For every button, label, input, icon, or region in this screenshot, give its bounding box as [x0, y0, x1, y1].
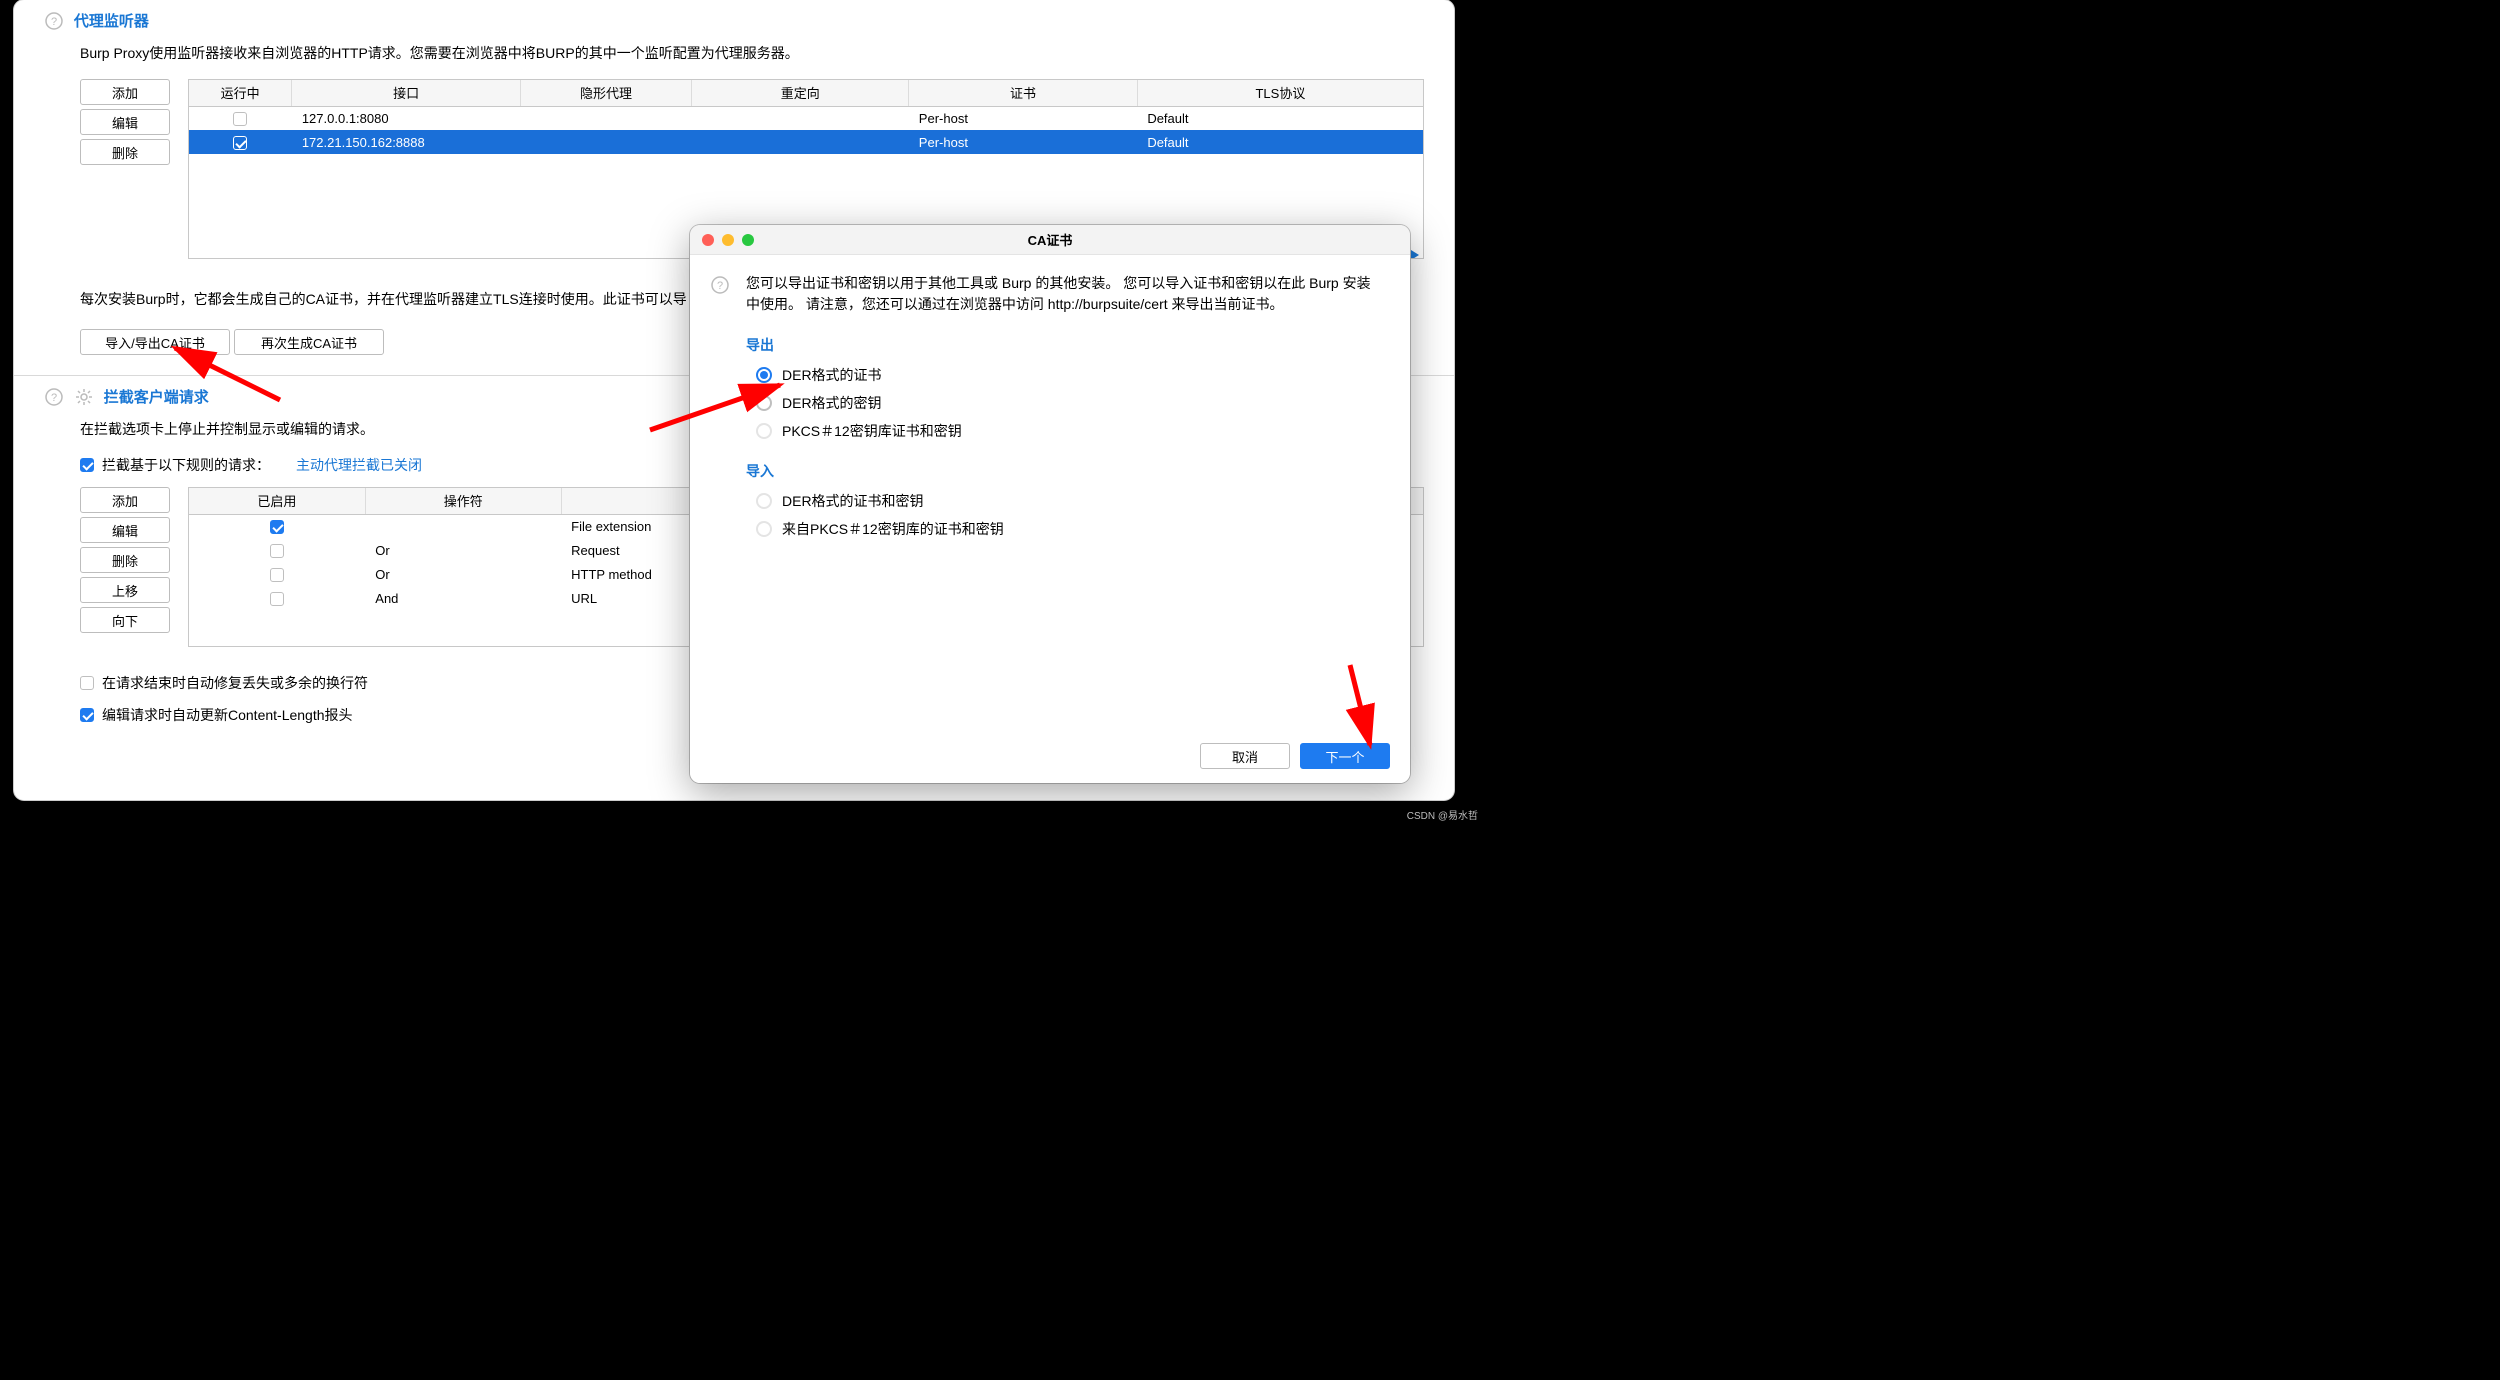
import-heading: 导入 — [746, 461, 1384, 481]
ca-cert-dialog: CA证书 ? 您可以导出证书和密钥以用于其他工具或 Burp 的其他安装。 您可… — [690, 225, 1410, 783]
add-button[interactable]: 添加 — [80, 487, 170, 513]
svg-text:?: ? — [51, 392, 57, 404]
settings-icon[interactable] — [74, 387, 94, 407]
radio-label: 来自PKCS＃12密钥库的证书和密钥 — [782, 519, 1004, 539]
radio-icon[interactable] — [756, 423, 772, 439]
column-header[interactable]: 证书 — [909, 80, 1138, 106]
column-header[interactable]: 接口 — [292, 80, 521, 106]
radio-icon[interactable] — [756, 521, 772, 537]
svg-text:?: ? — [51, 16, 57, 28]
import-option[interactable]: 来自PKCS＃12密钥库的证书和密钥 — [756, 519, 1384, 539]
section-title: 拦截客户端请求 — [104, 386, 209, 407]
move-up-button[interactable]: 上移 — [80, 577, 170, 603]
dialog-titlebar[interactable]: CA证书 — [690, 225, 1410, 255]
next-button[interactable]: 下一个 — [1300, 743, 1390, 769]
radio-icon[interactable] — [756, 367, 772, 383]
regenerate-ca-button[interactable]: 再次生成CA证书 — [234, 329, 384, 355]
import-option[interactable]: DER格式的证书和密钥 — [756, 491, 1384, 511]
intercept-label: 拦截基于以下规则的请求： — [102, 455, 270, 475]
cancel-button[interactable]: 取消 — [1200, 743, 1290, 769]
running-checkbox[interactable] — [233, 112, 247, 126]
import-export-ca-button[interactable]: 导入/导出CA证书 — [80, 329, 230, 355]
edit-button[interactable]: 编辑 — [80, 517, 170, 543]
auto-fix-label: 在请求结束时自动修复丢失或多余的换行符 — [102, 673, 368, 693]
listener-table[interactable]: 运行中接口隐形代理重定向证书TLS协议 127.0.0.1:8080Per-ho… — [189, 80, 1423, 154]
svg-text:?: ? — [717, 280, 723, 292]
listener-buttons: 添加 编辑 删除 — [80, 79, 170, 165]
radio-label: DER格式的证书 — [782, 365, 882, 385]
column-header[interactable]: 重定向 — [692, 80, 909, 106]
rule-enabled-checkbox[interactable] — [270, 592, 284, 606]
update-content-length-checkbox[interactable] — [80, 708, 94, 722]
column-header[interactable]: TLS协议 — [1137, 80, 1423, 106]
rule-enabled-checkbox[interactable] — [270, 568, 284, 582]
intercept-checkbox[interactable] — [80, 458, 94, 472]
auto-fix-checkbox[interactable] — [80, 676, 94, 690]
column-header[interactable]: 运行中 — [189, 80, 292, 106]
dialog-title: CA证书 — [690, 230, 1410, 249]
help-icon[interactable]: ? — [44, 11, 64, 31]
section-desc: Burp Proxy使用监听器接收来自浏览器的HTTP请求。您需要在浏览器中将B… — [80, 43, 1424, 63]
rule-enabled-checkbox[interactable] — [270, 520, 284, 534]
export-heading: 导出 — [746, 335, 1384, 355]
column-header[interactable]: 已启用 — [189, 488, 365, 514]
update-content-length-label: 编辑请求时自动更新Content-Length报头 — [102, 705, 353, 725]
export-option[interactable]: DER格式的密钥 — [756, 393, 1384, 413]
radio-icon[interactable] — [756, 395, 772, 411]
radio-label: PKCS＃12密钥库证书和密钥 — [782, 421, 962, 441]
intercept-status-link[interactable]: 主动代理拦截已关闭 — [296, 455, 422, 475]
radio-label: DER格式的密钥 — [782, 393, 882, 413]
rule-enabled-checkbox[interactable] — [270, 544, 284, 558]
close-icon[interactable] — [702, 234, 714, 246]
column-header[interactable]: 隐形代理 — [520, 80, 691, 106]
delete-button[interactable]: 删除 — [80, 547, 170, 573]
table-row[interactable]: 172.21.150.162:8888Per-hostDefault — [189, 130, 1423, 154]
export-option[interactable]: PKCS＃12密钥库证书和密钥 — [756, 421, 1384, 441]
radio-label: DER格式的证书和密钥 — [782, 491, 924, 511]
table-row[interactable]: 127.0.0.1:8080Per-hostDefault — [189, 106, 1423, 130]
maximize-icon[interactable] — [742, 234, 754, 246]
export-option[interactable]: DER格式的证书 — [756, 365, 1384, 385]
help-icon[interactable]: ? — [710, 275, 730, 295]
dialog-desc: 您可以导出证书和密钥以用于其他工具或 Burp 的其他安装。 您可以导入证书和密… — [746, 273, 1384, 315]
add-button[interactable]: 添加 — [80, 79, 170, 105]
section-title: 代理监听器 — [74, 10, 149, 31]
column-header[interactable]: 操作符 — [365, 488, 561, 514]
running-checkbox[interactable] — [233, 136, 247, 150]
edit-button[interactable]: 编辑 — [80, 109, 170, 135]
rule-buttons: 添加 编辑 删除 上移 向下 — [80, 487, 170, 633]
watermark: CSDN @易水哲 — [1407, 807, 1478, 822]
scroll-right-icon[interactable] — [1411, 250, 1419, 259]
minimize-icon[interactable] — [722, 234, 734, 246]
radio-icon[interactable] — [756, 493, 772, 509]
delete-button[interactable]: 删除 — [80, 139, 170, 165]
help-icon[interactable]: ? — [44, 387, 64, 407]
move-down-button[interactable]: 向下 — [80, 607, 170, 633]
